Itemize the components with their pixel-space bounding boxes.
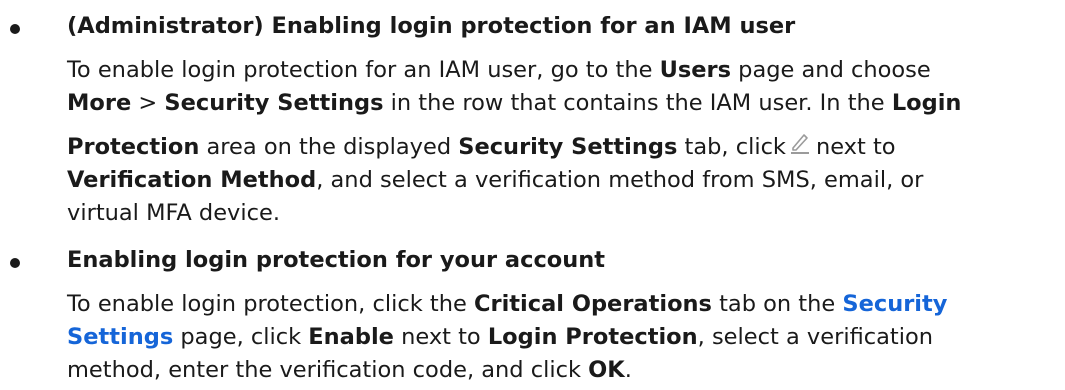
text-run: .	[624, 357, 632, 383]
critical-operations-term: Critical Operations	[473, 291, 712, 317]
text-run: area on the displayed	[199, 134, 459, 160]
paragraph-line: To enable login protection, click the Cr…	[67, 288, 1057, 321]
paragraph-line: Verification Method, and select a verifi…	[67, 164, 1057, 197]
paragraph-line: method, enter the verification code, and…	[67, 354, 1057, 387]
security-settings-link-cont[interactable]: Settings	[67, 324, 173, 350]
more-menu-term: More	[67, 90, 132, 116]
paragraph-line: virtual MFA device.	[67, 197, 1057, 230]
text-run: >	[131, 90, 165, 116]
text-run: To enable login protection for an IAM us…	[67, 57, 660, 83]
text-run: , select a verification	[697, 324, 933, 350]
security-settings-link[interactable]: Security	[842, 291, 947, 317]
text-run: tab on the	[711, 291, 843, 317]
item-heading: Enabling login protection for your accou…	[67, 247, 606, 273]
security-settings-term: Security Settings	[164, 90, 384, 116]
security-settings-tab-term: Security Settings	[458, 134, 678, 160]
pencil-edit-icon	[788, 131, 812, 165]
text-run: method, enter the verification code, and…	[67, 357, 589, 383]
login-protection-term: Login Protection	[487, 324, 698, 350]
verification-method-term: Verification Method	[67, 167, 317, 193]
item-paragraph: To enable login protection, click the Cr…	[67, 288, 1057, 387]
paragraph-line: More > Security Settings in the row that…	[67, 87, 1057, 120]
item-paragraph: To enable login protection for an IAM us…	[67, 54, 1057, 230]
protection-term: Protection	[67, 134, 200, 160]
login-term: Login	[891, 90, 962, 116]
paragraph-line: To enable login protection for an IAM us…	[67, 54, 1057, 87]
bullet-dot	[10, 24, 20, 34]
text-run: virtual MFA device.	[67, 200, 280, 226]
text-run: next to	[393, 324, 488, 350]
paragraph-line: Protection area on the displayed Securit…	[67, 131, 1057, 164]
bullet-dot	[10, 258, 20, 268]
text-run: page, click	[173, 324, 309, 350]
text-run: next to	[815, 134, 896, 160]
text-run: tab, click	[677, 134, 786, 160]
text-run: To enable login protection, click the	[67, 291, 474, 317]
text-run: in the row that contains the IAM user. I…	[383, 90, 892, 116]
users-page-term: Users	[659, 57, 732, 83]
item-heading: (Administrator) Enabling login protectio…	[67, 13, 796, 39]
paragraph-line: Settings page, click Enable next to Logi…	[67, 321, 1057, 354]
ok-term: OK	[588, 357, 625, 383]
text-run: page and choose	[731, 57, 931, 83]
enable-term: Enable	[308, 324, 394, 350]
document-page: (Administrator) Enabling login protectio…	[0, 0, 1065, 390]
text-run: , and select a verification method from …	[316, 167, 924, 193]
